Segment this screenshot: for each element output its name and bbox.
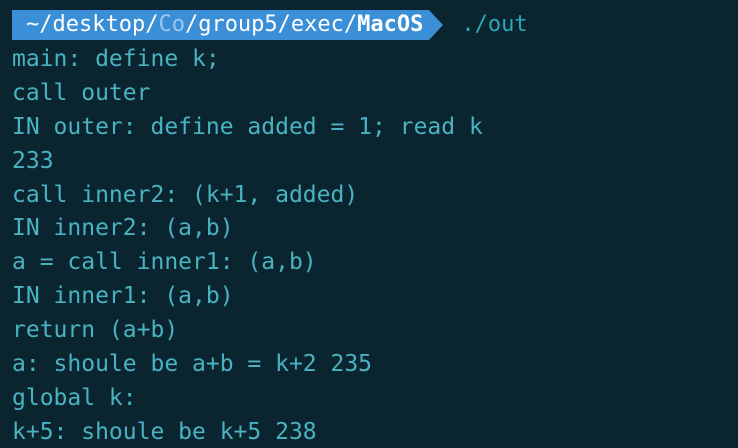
path-prefix: ~/desktop/ (26, 12, 159, 37)
output-line: main: define k; (12, 46, 220, 72)
output-line: return (a+b) (12, 317, 179, 344)
prompt-arrow-icon (429, 10, 444, 40)
output-line: a = call inner1: (a,b) (12, 249, 317, 276)
output-line: IN inner1: (a,b) (12, 283, 234, 310)
command-text: ./out (461, 12, 528, 37)
path-middle: /group5/exec/ (184, 12, 358, 37)
terminal-window[interactable]: ~/desktop/Co/group5/exec/MacOS ./out mai… (0, 0, 738, 448)
prompt-path-segment: ~/desktop/Co/group5/exec/MacOS (12, 10, 430, 40)
output-line: IN inner2: (a,b) (12, 215, 234, 242)
output-line: 233 (12, 147, 54, 174)
output-line: k+5: shoule be k+5 238 (12, 418, 317, 445)
output-line: global k: (12, 384, 137, 411)
output-line: call outer (12, 79, 151, 106)
path-current-directory: MacOS (357, 12, 424, 37)
output-line: call inner2: (k+1, added) (12, 181, 359, 208)
shell-prompt: ~/desktop/Co/group5/exec/MacOS ./out (12, 10, 528, 40)
output-line: a: shoule be a+b = k+2 235 (12, 351, 373, 378)
command-output: main: define k; call outer IN outer: def… (12, 43, 738, 448)
path-dim-part: Co (158, 12, 185, 37)
output-line: IN outer: define added = 1; read k (12, 113, 483, 140)
